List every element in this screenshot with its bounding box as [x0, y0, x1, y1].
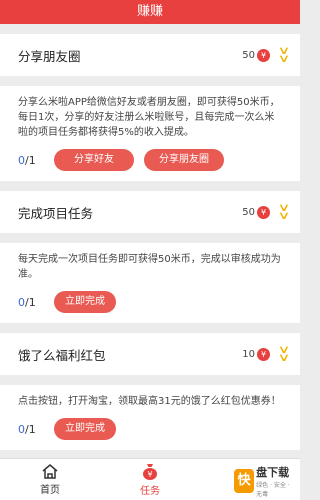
task-description: 点击按钮，打开淘宝，领取最高31元的饿了么红包优惠券！ [18, 396, 281, 407]
tab-label: 首页 [40, 485, 60, 496]
money-bag-icon: ¥ [143, 463, 157, 480]
task-reward: 50 ¥ ∨ ∨ [242, 202, 291, 221]
watermark-logo: 快 [234, 469, 255, 493]
coin-icon: ¥ [257, 48, 270, 62]
tab-home[interactable]: 首页 [0, 459, 100, 500]
task-body-share: 分享么米啦APP给微信好友或者朋友圈，即可获得50米币，每日1次，分享的好友注册… [0, 86, 300, 181]
task-description: 分享么米啦APP给微信好友或者朋友圈，即可获得50米币，每日1次，分享的好友注册… [18, 97, 280, 138]
watermark-subtitle: 绿色 · 安全 · 无毒 [256, 482, 290, 498]
task-progress: 0/1 [18, 153, 36, 167]
task-description: 每天完成一次项目任务即可获得50米币，完成以审核成功为准。 [18, 254, 281, 280]
chevron-down-icon[interactable]: ∨ ∨ [278, 45, 291, 64]
chevron-down-icon[interactable]: ∨ ∨ [278, 202, 291, 221]
coin-icon: ¥ [257, 347, 270, 361]
page-title: 赚赚 [136, 4, 163, 19]
reward-amount: 10 [242, 348, 255, 360]
task-body-project: 每天完成一次项目任务即可获得50米币，完成以审核成功为准。 0/1 立即完成 [0, 243, 300, 323]
task-title: 完成项目任务 [18, 205, 94, 221]
watermark-title: 盘下载 [256, 466, 290, 479]
task-progress: 0/1 [18, 422, 36, 436]
tab-tasks[interactable]: ¥ 任务 [100, 459, 200, 500]
svg-text:¥: ¥ [147, 470, 152, 479]
reward-amount: 50 [242, 206, 255, 218]
task-header-share[interactable]: 分享朋友圈 50 ¥ ∨ ∨ [0, 34, 300, 76]
task-reward: 50 ¥ ∨ ∨ [242, 45, 291, 64]
complete-now-button[interactable]: 立即完成 [54, 291, 116, 313]
share-moments-button[interactable]: 分享朋友圈 [144, 149, 224, 171]
tab-label: 任务 [140, 485, 160, 497]
task-body-redpacket: 点击按钮，打开淘宝，领取最高31元的饿了么红包优惠券！ 0/1 立即完成 [0, 385, 300, 450]
chevron-down-icon[interactable]: ∨ ∨ [278, 344, 291, 363]
site-watermark: 快 盘下载 绿色 · 安全 · 无毒 [234, 464, 296, 498]
task-header-redpacket[interactable]: 饿了么福利红包 10 ¥ ∨ ∨ [0, 333, 300, 375]
task-header-project[interactable]: 完成项目任务 50 ¥ ∨ ∨ [0, 191, 300, 233]
task-progress: 0/1 [18, 295, 36, 309]
app-header: 赚赚 [0, 0, 300, 24]
share-friend-button[interactable]: 分享好友 [54, 149, 134, 171]
reward-amount: 50 [242, 49, 255, 61]
home-icon [42, 464, 58, 479]
task-title: 饿了么福利红包 [18, 347, 106, 363]
task-title: 分享朋友圈 [18, 48, 81, 64]
task-reward: 10 ¥ ∨ ∨ [242, 344, 291, 363]
coin-icon: ¥ [257, 205, 270, 219]
complete-now-button[interactable]: 立即完成 [54, 418, 116, 440]
